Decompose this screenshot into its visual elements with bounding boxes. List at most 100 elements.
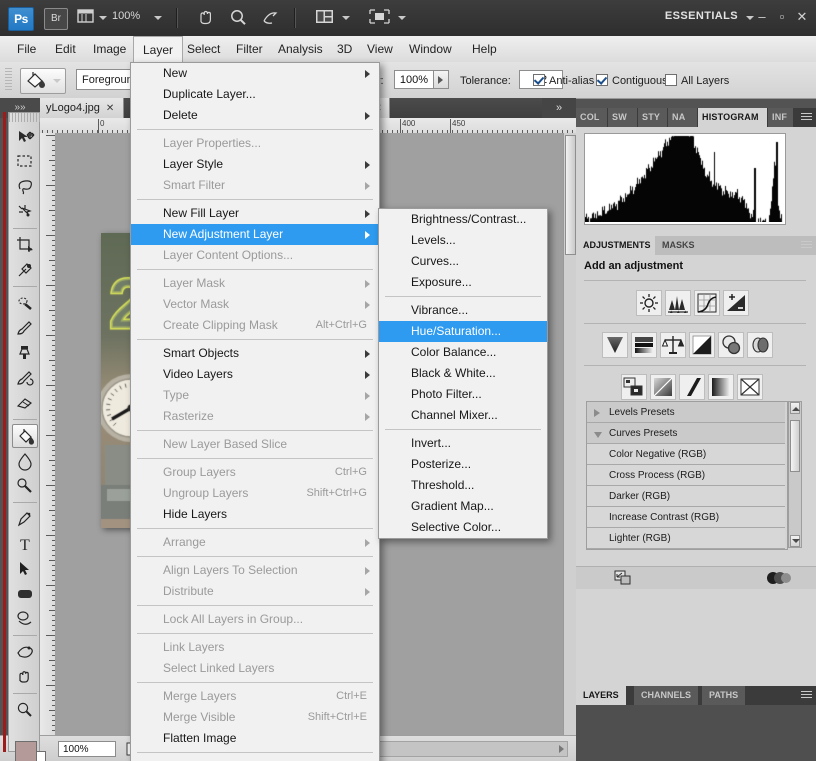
channel-mixer-icon[interactable]: [747, 332, 773, 358]
tool-brush[interactable]: [12, 316, 38, 340]
arrange-documents-icon[interactable]: [314, 8, 336, 28]
layer-menu-item-new-fill-layer[interactable]: New Fill Layer: [131, 203, 379, 224]
scroll-up-arrow-icon[interactable]: [790, 402, 800, 414]
layer-menu-item-flatten-image[interactable]: Flatten Image: [131, 728, 379, 749]
adjustment-item-brightness-contrast[interactable]: Brightness/Contrast...: [379, 209, 547, 230]
adjustment-item-hue-saturation[interactable]: Hue/Saturation...: [379, 321, 547, 342]
tool-path-selection[interactable]: [12, 557, 38, 581]
scrollbar-thumb[interactable]: [790, 420, 800, 472]
tab-info[interactable]: INF: [768, 108, 794, 127]
tool-spot-healing-brush[interactable]: [12, 291, 38, 315]
preset-item-increase-contrast[interactable]: Increase Contrast (RGB): [587, 507, 785, 528]
black-and-white-icon[interactable]: [689, 332, 715, 358]
layer-menu-item-group-layers[interactable]: Group Layers Ctrl+G: [131, 462, 379, 483]
layer-menu-item-merge-visible[interactable]: Merge Visible Shift+Ctrl+E: [131, 707, 379, 728]
tab-paths[interactable]: PATHS: [702, 686, 747, 705]
layer-menu-item-rasterize[interactable]: Rasterize: [131, 406, 379, 427]
adjustment-item-selective-color[interactable]: Selective Color...: [379, 517, 547, 538]
layer-menu-item-video-layers[interactable]: Video Layers: [131, 364, 379, 385]
tools-panel-grip[interactable]: [9, 113, 41, 122]
vertical-ruler[interactable]: [40, 133, 56, 735]
document-tabs-overflow[interactable]: »: [542, 98, 576, 118]
tool-blur[interactable]: [12, 449, 38, 473]
all-layers-checkbox[interactable]: [665, 74, 677, 86]
layer-menu-item-layer-properties[interactable]: Layer Properties...: [131, 133, 379, 154]
menu-edit[interactable]: Edit: [46, 36, 85, 62]
menu-image[interactable]: Image: [84, 36, 135, 62]
tool-dodge[interactable]: [12, 474, 38, 498]
layer-menu[interactable]: New Duplicate Layer... Delete Layer Propert…: [130, 62, 380, 761]
layer-menu-item-select-linked-layers[interactable]: Select Linked Layers: [131, 658, 379, 679]
layer-menu-item-layer-mask[interactable]: Layer Mask: [131, 273, 379, 294]
tool-rectangular-marquee[interactable]: [12, 150, 38, 174]
preset-item-lighter[interactable]: Lighter (RGB): [587, 528, 785, 549]
menu-view[interactable]: View: [358, 36, 402, 62]
tool-paint-bucket[interactable]: [12, 424, 38, 448]
tab-color[interactable]: COL: [576, 108, 608, 127]
adjustment-item-invert[interactable]: Invert...: [379, 433, 547, 454]
layer-menu-item-vector-mask[interactable]: Vector Mask: [131, 294, 379, 315]
new-adjustment-layer-submenu[interactable]: Brightness/Contrast... Levels... Curves...…: [378, 208, 548, 539]
tool-horizontal-type[interactable]: T: [12, 532, 38, 556]
menu-select[interactable]: Select: [178, 36, 229, 62]
minimize-button[interactable]: –: [754, 10, 770, 24]
curves-icon[interactable]: [694, 290, 720, 316]
layer-menu-item-align-layers-to-selection[interactable]: Align Layers To Selection: [131, 560, 379, 581]
document-tab-1[interactable]: yLogo4.jpg ✕: [40, 98, 124, 118]
zoom-icon[interactable]: [228, 8, 250, 28]
bridge-icon[interactable]: Br: [44, 8, 68, 30]
opacity-input[interactable]: 100%: [394, 70, 434, 89]
tool-history-brush[interactable]: [12, 366, 38, 390]
tool-eraser[interactable]: [12, 391, 38, 415]
invert-icon[interactable]: [621, 374, 647, 400]
adjustment-item-color-balance[interactable]: Color Balance...: [379, 342, 547, 363]
chevron-right-icon[interactable]: [594, 409, 600, 417]
layer-menu-item-new-layer-based-slice[interactable]: New Layer Based Slice: [131, 434, 379, 455]
threshold-icon[interactable]: [679, 374, 705, 400]
tool-move[interactable]: [12, 125, 38, 149]
layers-panel-menu-icon[interactable]: [796, 690, 812, 701]
adjustment-presets-list[interactable]: Levels Presets Curves Presets Color Nega…: [586, 401, 788, 550]
options-bar-grip[interactable]: [5, 68, 12, 92]
adjustment-item-posterize[interactable]: Posterize...: [379, 454, 547, 475]
layer-menu-item-new-adjustment-layer[interactable]: New Adjustment Layer: [131, 224, 379, 245]
tab-masks[interactable]: MASKS: [655, 236, 702, 255]
scroll-down-arrow-icon[interactable]: [790, 535, 800, 547]
layer-menu-item-type[interactable]: Type: [131, 385, 379, 406]
titlebar-zoom-value[interactable]: 100%: [112, 10, 140, 22]
contiguous-checkbox[interactable]: [596, 74, 608, 86]
layer-menu-item-matting[interactable]: Matting: [131, 756, 379, 761]
adjustments-panel-menu-icon[interactable]: [796, 240, 812, 251]
tool-quick-selection[interactable]: [12, 200, 38, 224]
vibrance-icon[interactable]: [602, 332, 628, 358]
opacity-stepper[interactable]: [434, 70, 449, 89]
tool-eyedropper[interactable]: [12, 258, 38, 282]
ps-logo-icon[interactable]: Ps: [8, 7, 34, 31]
layer-menu-item-link-layers[interactable]: Link Layers: [131, 637, 379, 658]
view-previous-state-icon[interactable]: [766, 571, 792, 588]
tab-layers[interactable]: LAYERS: [576, 686, 627, 705]
tool-crop[interactable]: [12, 233, 38, 257]
adjustment-item-levels[interactable]: Levels...: [379, 230, 547, 251]
scrollbar-thumb[interactable]: [565, 135, 576, 255]
chevron-down-icon[interactable]: [99, 16, 107, 20]
hand-icon[interactable]: [196, 8, 218, 28]
layer-menu-item-smart-filter[interactable]: Smart Filter: [131, 175, 379, 196]
tool-clone-stamp[interactable]: [12, 341, 38, 365]
chevron-down-icon[interactable]: [398, 16, 406, 20]
anti-alias-checkbox[interactable]: [533, 74, 545, 86]
menu-file[interactable]: File: [8, 36, 45, 62]
tab-adjustments[interactable]: ADJUSTMENTS: [576, 236, 658, 255]
presets-scrollbar[interactable]: [788, 401, 802, 548]
tool-hand[interactable]: [12, 665, 38, 689]
view-extras-icon[interactable]: [76, 8, 98, 28]
foreground-color-swatch[interactable]: [15, 741, 37, 761]
adjustment-item-threshold[interactable]: Threshold...: [379, 475, 547, 496]
selective-color-icon[interactable]: [737, 374, 763, 400]
hue-saturation-icon[interactable]: [631, 332, 657, 358]
tab-swatches[interactable]: SW: [608, 108, 638, 127]
adjustment-item-gradient-map[interactable]: Gradient Map...: [379, 496, 547, 517]
layer-menu-item-lock-all-layers-in-group[interactable]: Lock All Layers in Group...: [131, 609, 379, 630]
layer-menu-item-smart-objects[interactable]: Smart Objects: [131, 343, 379, 364]
canvas-vertical-scrollbar[interactable]: [563, 133, 577, 735]
